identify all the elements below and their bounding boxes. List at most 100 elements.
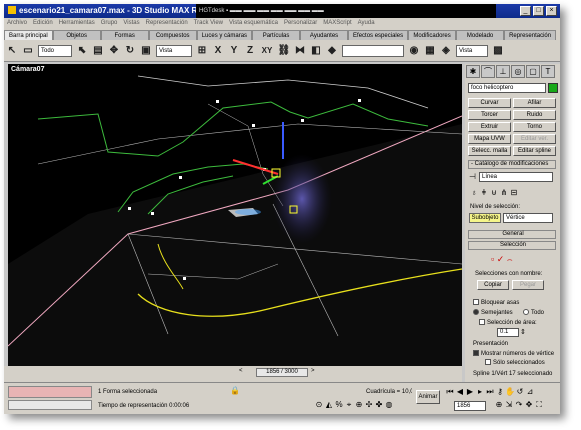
minimize-button[interactable]: _ [520, 6, 531, 16]
menu-edicion[interactable]: Edición [30, 20, 56, 26]
fov-icon[interactable]: ⊿ [525, 387, 535, 397]
edit-spline-button[interactable]: Editar spline [513, 146, 556, 156]
axis-y-button[interactable]: Y [227, 44, 241, 58]
area-selection-checkbox[interactable] [479, 319, 485, 325]
tab-compuestos[interactable]: Compuestos [148, 30, 197, 40]
percent-snap-icon[interactable]: % [334, 400, 344, 410]
selection-filter-dropdown[interactable]: Todo [38, 45, 72, 57]
select-object-icon[interactable]: ⬉ [75, 44, 89, 58]
time-prev-icon[interactable]: < [239, 368, 243, 374]
render-scene-icon[interactable]: ▦ [423, 44, 437, 58]
window-crossing-icon[interactable]: ⊕ [354, 400, 364, 410]
zoom-icon[interactable]: ⊕ [494, 400, 504, 410]
pin-stack-icon[interactable]: ⊣ [469, 172, 476, 181]
link-icon[interactable]: ⛓ [277, 44, 291, 58]
time-slider[interactable]: < 1856 / 3000 > [4, 366, 462, 382]
time-slider-thumb[interactable]: 1856 / 3000 [256, 368, 308, 377]
subobject-level-dropdown[interactable]: Vértice [503, 213, 553, 223]
menu-personalizar[interactable]: Personalizar [281, 20, 320, 26]
truck-icon[interactable]: ✥ [524, 400, 534, 410]
quick-render-icon[interactable]: ◈ [439, 44, 453, 58]
tab-modelado[interactable]: Modelado [456, 30, 505, 40]
uvw-map-button[interactable]: Mapa UVW [468, 134, 511, 144]
subobject-button[interactable]: Subobjeto [469, 213, 501, 223]
tab-formas[interactable]: Formas [100, 30, 149, 40]
mesh-select-button[interactable]: Selecc. malla [468, 146, 511, 156]
animate-button[interactable]: Animar [416, 390, 440, 404]
modifier-stack-dropdown[interactable]: Línea [479, 172, 553, 182]
menu-maxscript[interactable]: MAXScript [320, 20, 354, 26]
gizmo-axis-x[interactable] [232, 159, 279, 175]
axis-x-button[interactable]: X [211, 44, 225, 58]
isolate-icon[interactable]: ◍ [384, 400, 394, 410]
make-unique-icon[interactable]: ⋔ [499, 188, 509, 198]
extrude-button[interactable]: Extruir [468, 122, 511, 132]
maxscript-listener-field[interactable] [8, 386, 92, 398]
remove-modifier-icon[interactable]: ⊟ [509, 188, 519, 198]
all-radio[interactable] [523, 309, 529, 315]
goto-end-icon[interactable]: ⏭ [485, 387, 495, 397]
display-tab-icon[interactable]: ▢ [526, 65, 540, 78]
taper-button[interactable]: Afilar [513, 98, 556, 108]
select-arrow-icon[interactable]: ↖ [5, 44, 19, 58]
move-icon[interactable]: ✥ [107, 44, 121, 58]
pivot-icon[interactable]: ⊞ [195, 44, 209, 58]
reference-coord-dropdown[interactable]: Vista [156, 45, 192, 57]
render-last-icon[interactable]: ▩ [491, 44, 505, 58]
rollout-selection[interactable]: Selección [468, 241, 556, 250]
key-mode-icon[interactable]: ⚷ [495, 387, 505, 397]
menu-track-view[interactable]: Track View [191, 20, 226, 26]
similar-radio[interactable] [473, 309, 479, 315]
menu-grupo[interactable]: Grupo [98, 20, 121, 26]
hierarchy-tab-icon[interactable]: ⊥ [496, 65, 510, 78]
bulb-icon[interactable]: ♁ [469, 188, 479, 198]
scale-icon[interactable]: ▣ [139, 44, 153, 58]
maximize-viewport-icon[interactable]: ⛶ [534, 400, 544, 410]
area-value-field[interactable]: 0.1 [497, 328, 519, 337]
close-button[interactable]: × [546, 6, 557, 16]
goto-start-icon[interactable]: ⏮ [445, 387, 455, 397]
copy-button[interactable]: Copiar [477, 280, 509, 290]
tab-ayudantes[interactable]: Ayudantes [300, 30, 349, 40]
adaptive-icon[interactable]: ✤ [374, 400, 384, 410]
orbit-icon[interactable]: ↺ [515, 387, 525, 397]
maximize-button[interactable]: □ [533, 6, 544, 16]
lock-selection-icon[interactable]: 🔒 [230, 386, 240, 395]
pin-icon[interactable]: ǂ [479, 188, 489, 198]
menu-vistas[interactable]: Vistas [120, 20, 142, 26]
angle-snap-icon[interactable]: ◭ [324, 400, 334, 410]
object-color-swatch[interactable] [548, 83, 558, 93]
next-frame-icon[interactable]: ▸ [475, 387, 485, 397]
menu-ayuda[interactable]: Ayuda [355, 20, 378, 26]
tab-particulas[interactable]: Partículas [252, 30, 301, 40]
modify-tab-icon[interactable]: ⌒ [481, 65, 495, 78]
dolly-icon[interactable]: ⇲ [504, 400, 514, 410]
named-selection-dropdown[interactable] [342, 45, 404, 57]
bend-button[interactable]: Curvar [468, 98, 511, 108]
time-next-icon[interactable]: > [311, 368, 315, 374]
create-tab-icon[interactable]: ✱ [466, 65, 480, 78]
axis-z-button[interactable]: Z [243, 44, 257, 58]
tab-luces-camaras[interactable]: Luces y cámaras [196, 30, 253, 40]
mirror-icon[interactable]: ⧓ [293, 44, 307, 58]
noise-button[interactable]: Ruido [513, 110, 556, 120]
current-frame-field[interactable]: 1856 [454, 401, 486, 411]
tab-representacion[interactable]: Representación [504, 30, 557, 40]
rollout-general[interactable]: General [468, 230, 556, 239]
menu-vista-esquematica[interactable]: Vista esquemática [226, 20, 281, 26]
play-icon[interactable]: ▶ [465, 387, 475, 397]
tab-efectos-especiales[interactable]: Efectos especiales [348, 30, 409, 40]
tab-barra-principal[interactable]: Barra principal [4, 30, 53, 40]
menu-representacion[interactable]: Representación [143, 20, 191, 26]
array-icon[interactable]: ◆ [325, 44, 339, 58]
prev-frame-icon[interactable]: ◀ [455, 387, 465, 397]
rotate-icon[interactable]: ↻ [123, 44, 137, 58]
snap-icon[interactable]: ⊙ [314, 400, 324, 410]
show-end-result-icon[interactable]: ⊍ [489, 188, 499, 198]
menu-archivo[interactable]: Archivo [4, 20, 30, 26]
motion-tab-icon[interactable]: ◎ [511, 65, 525, 78]
lathe-button[interactable]: Torno [513, 122, 556, 132]
only-selected-checkbox[interactable] [485, 359, 491, 365]
lock-handles-checkbox[interactable] [473, 299, 479, 305]
viewport-label[interactable]: Cámara07 [11, 66, 44, 73]
